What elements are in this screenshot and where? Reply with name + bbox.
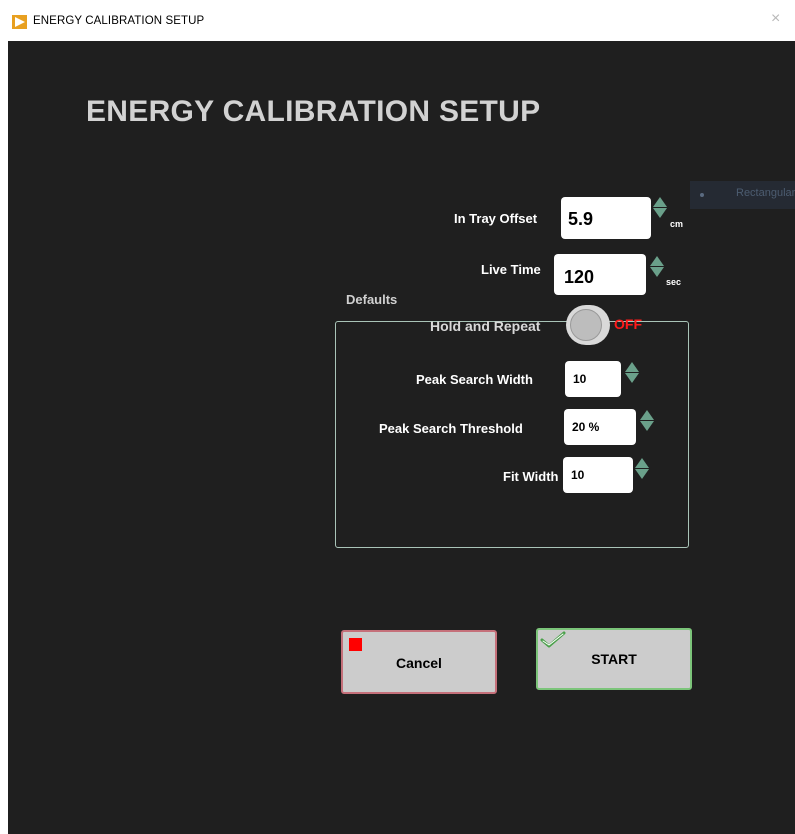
peak-search-width-spinner-icon[interactable] (625, 362, 640, 383)
in-tray-offset-field[interactable]: 5.9 (561, 197, 651, 239)
ghost-dot-icon (700, 193, 704, 197)
live-time-spinner-icon[interactable] (650, 256, 665, 277)
stop-icon (349, 638, 362, 651)
ghost-rectangular-control: Rectangular (690, 181, 795, 209)
peak-search-threshold-spinner-icon[interactable] (640, 410, 655, 431)
live-time-label: Live Time (481, 262, 541, 277)
fit-width-spinner-icon[interactable] (635, 458, 650, 479)
cancel-button-label: Cancel (396, 655, 442, 671)
live-time-field[interactable]: 120 (554, 254, 646, 295)
live-time-unit: sec (666, 277, 682, 287)
close-icon[interactable]: × (771, 10, 795, 28)
cancel-button[interactable]: Cancel (341, 630, 497, 694)
start-button-label: START (591, 651, 637, 667)
peak-search-width-field[interactable]: 10 (565, 361, 621, 397)
dialog-panel: ENERGY CALIBRATION SETUP Rectangular In … (8, 41, 795, 834)
in-tray-offset-label: In Tray Offset (454, 211, 538, 226)
peak-search-width-label: Peak Search Width (416, 372, 533, 387)
in-tray-offset-spinner-icon[interactable] (653, 197, 668, 218)
peak-search-threshold-label: Peak Search Threshold (379, 421, 523, 436)
fit-width-label: Fit Width (503, 469, 559, 484)
defaults-title: Defaults (346, 292, 398, 307)
start-button[interactable]: START (536, 628, 692, 690)
ghost-label: Rectangular (736, 187, 795, 199)
app-icon (12, 15, 27, 29)
window-title: ENERGY CALIBRATION SETUP (33, 15, 205, 27)
hold-and-repeat-toggle[interactable] (566, 305, 610, 345)
hold-and-repeat-state: OFF (614, 316, 642, 332)
peak-search-threshold-field[interactable]: 20 % (564, 409, 636, 445)
hold-and-repeat-label: Hold and Repeat (430, 318, 541, 334)
in-tray-offset-unit: cm (670, 219, 684, 229)
title-bar: ENERGY CALIBRATION SETUP × (0, 0, 795, 41)
toggle-knob (570, 309, 602, 341)
fit-width-field[interactable]: 10 (563, 457, 633, 493)
page-title: ENERGY CALIBRATION SETUP (86, 95, 541, 128)
